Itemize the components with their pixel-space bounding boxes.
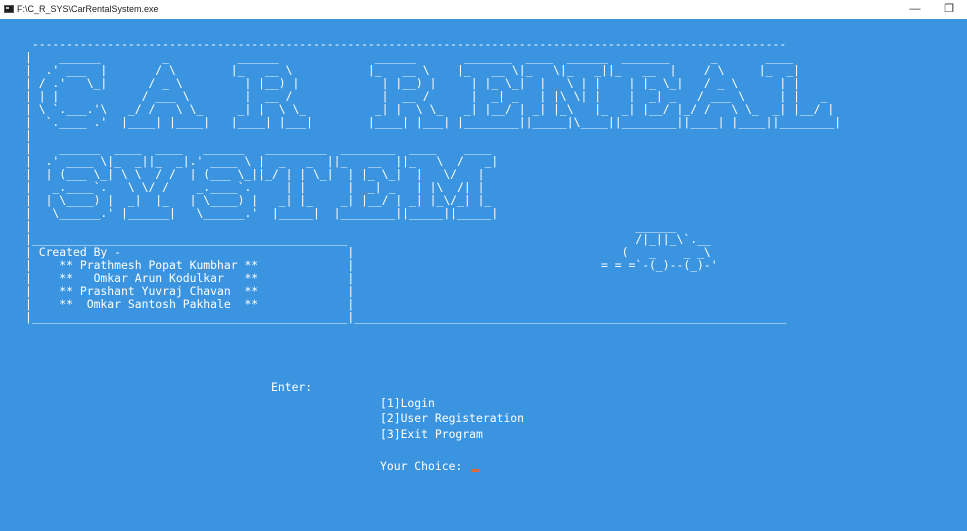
console-app-icon bbox=[4, 5, 14, 13]
choice-prompt: Your Choice: bbox=[380, 459, 470, 473]
window-title: F:\C_R_SYS\CarRentalSystem.exe bbox=[17, 4, 159, 14]
minimize-button[interactable]: — bbox=[900, 0, 930, 19]
text-cursor[interactable] bbox=[471, 469, 480, 472]
window-titlebar: F:\C_R_SYS\CarRentalSystem.exe — ❐ bbox=[0, 0, 967, 19]
ascii-banner: ----------------------------------------… bbox=[25, 37, 842, 324]
menu-option-login: [1]Login bbox=[380, 396, 435, 410]
enter-prompt: Enter: bbox=[271, 380, 313, 394]
menu-option-register: [2]User Registeration bbox=[380, 411, 525, 425]
menu-option-exit: [3]Exit Program bbox=[380, 427, 483, 441]
restore-button[interactable]: ❐ bbox=[934, 0, 964, 19]
choice-line: Your Choice: bbox=[380, 458, 480, 474]
